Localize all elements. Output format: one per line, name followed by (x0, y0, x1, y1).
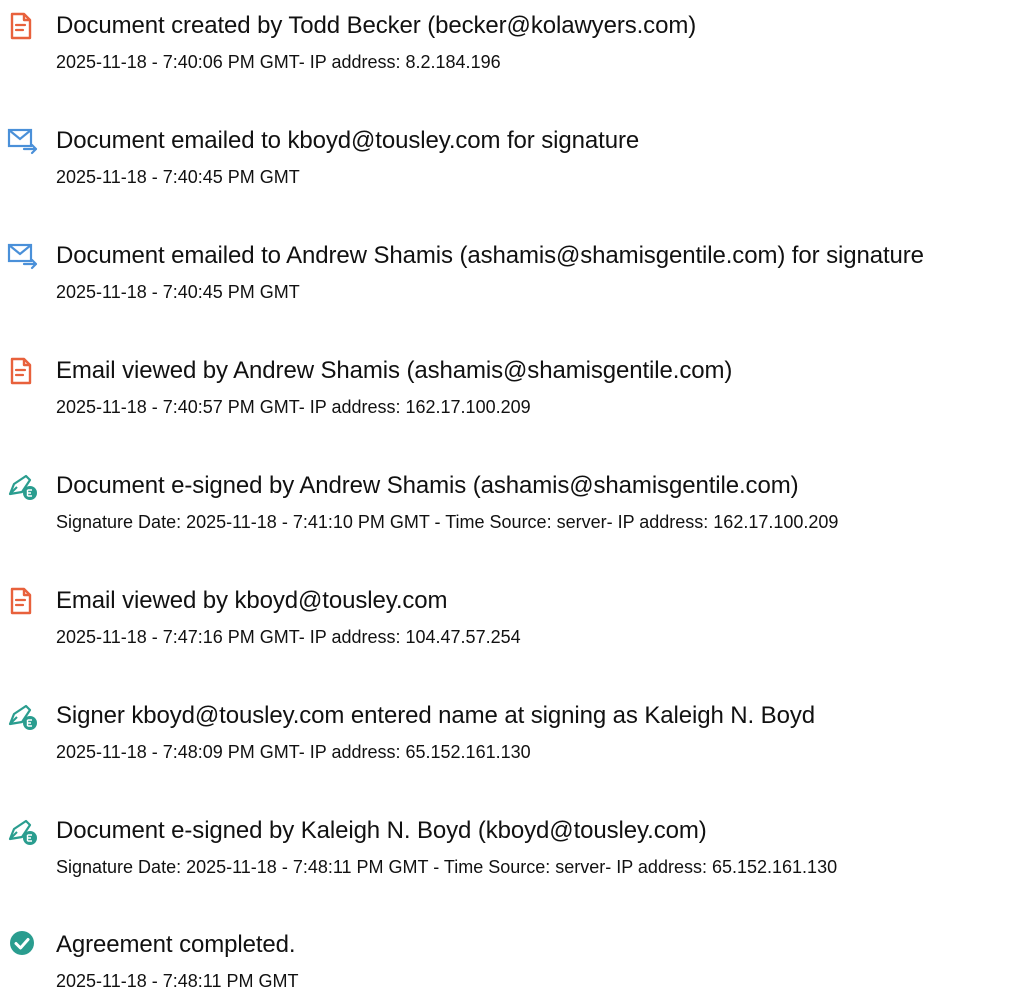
pen-sign-icon (6, 815, 40, 849)
pen-sign-icon (6, 700, 40, 734)
document-icon (6, 10, 40, 44)
event-detail: 2025-11-18 - 7:40:06 PM GMT- IP address:… (56, 52, 501, 72)
email-send-icon (6, 125, 40, 159)
event-title: Signer kboyd@tousley.com entered name at… (56, 702, 815, 729)
event-detail: Signature Date: 2025-11-18 - 7:41:10 PM … (56, 512, 839, 532)
event-detail: 2025-11-18 - 7:40:57 PM GMT- IP address:… (56, 397, 531, 417)
document-icon (6, 355, 40, 389)
document-icon (6, 585, 40, 619)
pen-sign-icon (6, 470, 40, 504)
event-title: Email viewed by Andrew Shamis (ashamis@s… (56, 357, 733, 384)
event-title: Email viewed by kboyd@tousley.com (56, 587, 448, 614)
event-detail: 2025-11-18 - 7:48:09 PM GMT- IP address:… (56, 742, 531, 762)
event-title: Document e-signed by Kaleigh N. Boyd (kb… (56, 817, 707, 844)
event-detail: 2025-11-18 - 7:40:45 PM GMT (56, 167, 300, 187)
event-title: Agreement completed. (56, 931, 296, 958)
event-detail: 2025-11-18 - 7:48:11 PM GMT (56, 971, 299, 991)
check-circle-icon (6, 929, 40, 963)
event-title: Document created by Todd Becker (becker@… (56, 12, 697, 39)
event-detail: Signature Date: 2025-11-18 - 7:48:11 PM … (56, 857, 838, 877)
email-send-icon (6, 240, 40, 274)
event-title: Document e-signed by Andrew Shamis (asha… (56, 472, 799, 499)
event-detail: 2025-11-18 - 7:40:45 PM GMT (56, 282, 300, 302)
event-detail: 2025-11-18 - 7:47:16 PM GMT- IP address:… (56, 627, 521, 647)
event-title: Document emailed to kboyd@tousley.com fo… (56, 127, 640, 154)
event-title: Document emailed to Andrew Shamis (asham… (56, 242, 924, 269)
